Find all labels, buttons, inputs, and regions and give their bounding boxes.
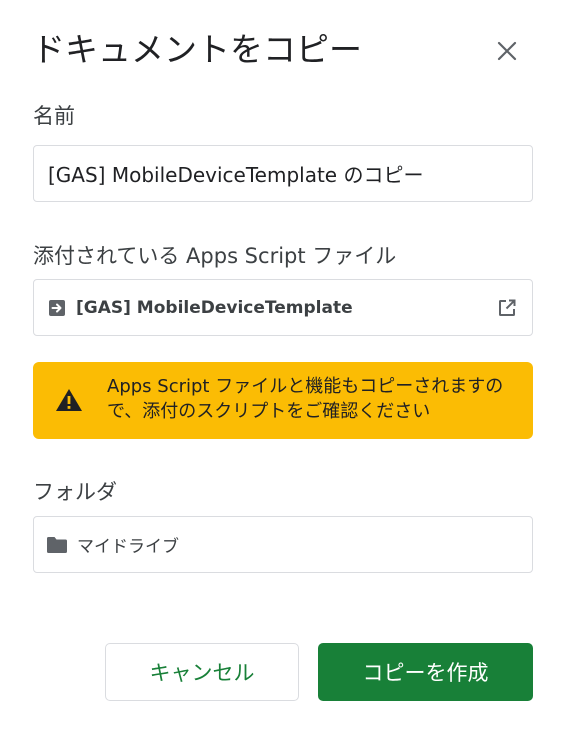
- open-in-new-icon: [499, 299, 516, 316]
- cancel-button[interactable]: キャンセル: [105, 643, 299, 701]
- close-icon: [497, 41, 517, 61]
- warning-triangle-icon: [56, 389, 82, 411]
- folder-picker[interactable]: マイドライブ: [33, 516, 533, 573]
- copy-document-dialog: ドキュメントをコピー 名前 添付されている Apps Script ファイル […: [0, 0, 566, 733]
- dialog-title: ドキュメントをコピー: [32, 30, 362, 69]
- folder-label: フォルダ: [33, 480, 117, 504]
- attached-script-file: [GAS] MobileDeviceTemplate: [33, 279, 533, 336]
- apps-script-arrow-icon: [49, 299, 65, 316]
- make-copy-button[interactable]: コピーを作成: [318, 643, 533, 701]
- attached-script-label: 添付されている Apps Script ファイル: [33, 244, 397, 268]
- open-script-button[interactable]: [496, 297, 518, 319]
- warning-text: Apps Script ファイルと機能もコピーされますので、添付のスクリプトをご…: [107, 376, 504, 422]
- folder-icon: [47, 536, 67, 553]
- name-input[interactable]: [33, 145, 533, 202]
- close-button[interactable]: [488, 32, 526, 70]
- warning-banner: Apps Script ファイルと機能もコピーされますので、添付のスクリプトをご…: [33, 362, 533, 439]
- script-file-name: [GAS] MobileDeviceTemplate: [76, 297, 353, 318]
- folder-name: マイドライブ: [77, 537, 179, 557]
- name-label: 名前: [33, 104, 75, 128]
